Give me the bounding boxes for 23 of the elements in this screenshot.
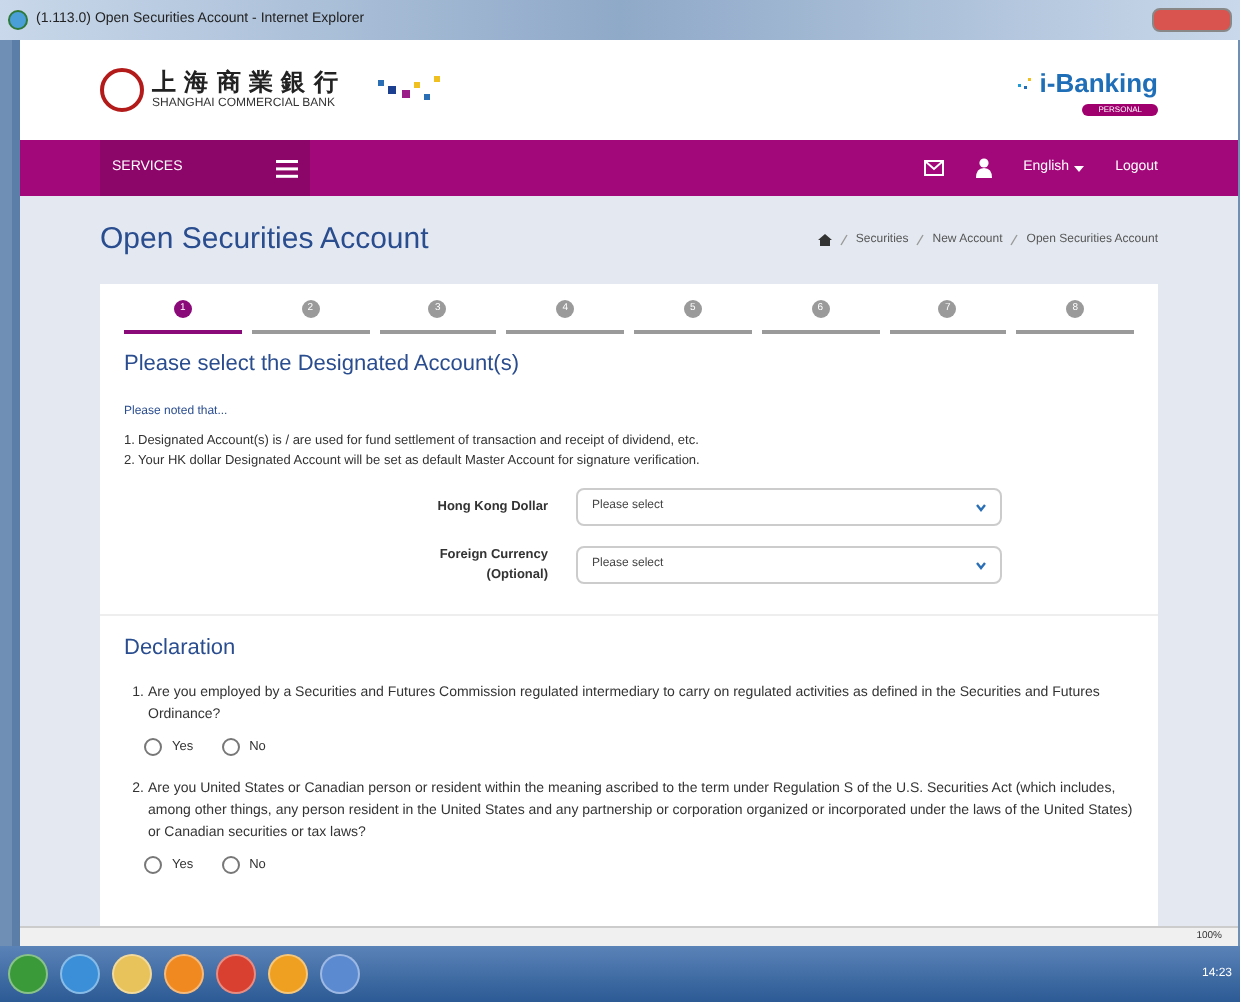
radio-button[interactable] <box>144 856 162 875</box>
radio-button[interactable] <box>221 738 240 757</box>
bank-logo-icon <box>100 68 144 112</box>
mail-icon[interactable] <box>923 160 944 176</box>
radio-button[interactable] <box>221 856 240 875</box>
section-heading: Please select the Designated Account(s) <box>124 350 522 380</box>
home-icon[interactable] <box>817 234 832 246</box>
brand-name: i-Banking <box>1039 66 1158 103</box>
slash-icon <box>839 234 848 246</box>
slash-icon <box>1010 234 1019 246</box>
radio-button[interactable] <box>144 738 162 757</box>
dots-icon <box>377 76 442 104</box>
user-icon[interactable] <box>975 158 992 178</box>
menu-icon[interactable] <box>276 159 298 177</box>
section-heading: Declaration <box>124 633 238 663</box>
bank-name-chinese: 上 海 商 業 銀 行 <box>152 69 338 95</box>
chevron-icon <box>976 561 986 570</box>
sparkle-icon <box>1017 78 1032 90</box>
page-title: Open Securities Account <box>100 219 429 260</box>
start-button[interactable] <box>8 954 48 994</box>
chevron-icon <box>976 503 986 511</box>
caret-icon <box>1073 165 1084 171</box>
slash-icon <box>916 234 925 246</box>
